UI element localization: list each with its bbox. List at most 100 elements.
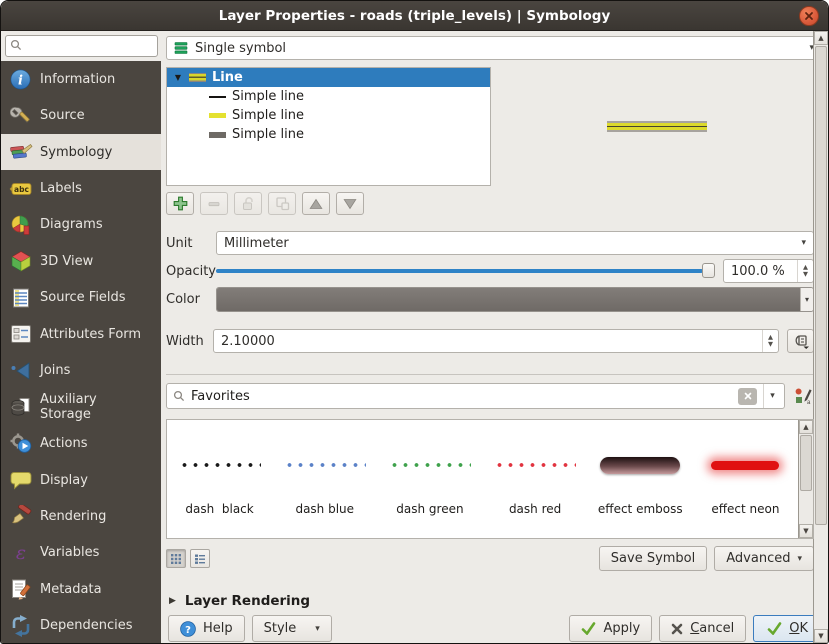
sidebar-item-source[interactable]: Source (1, 97, 161, 133)
dropdown-arrow-icon[interactable]: ▾ (800, 288, 813, 311)
triple-line-preview (607, 121, 707, 132)
sidebar-item-joins[interactable]: Joins (1, 353, 161, 389)
spinner-down-icon[interactable]: ▼ (768, 341, 773, 348)
color-swatch[interactable] (217, 288, 800, 311)
icon-view-button[interactable] (166, 549, 186, 568)
move-up-button[interactable] (302, 192, 330, 215)
list-view-button[interactable] (190, 549, 210, 568)
check-icon (767, 622, 782, 635)
layer-rendering-label: Layer Rendering (185, 593, 310, 609)
tree-item-simple-line[interactable]: Simple line (167, 125, 490, 144)
scrollbar-thumb[interactable] (815, 46, 827, 525)
style-gallery-item[interactable]: dash black (167, 420, 272, 538)
duplicate-symbol-layer-button[interactable] (268, 192, 296, 215)
sidebar-item-dependencies[interactable]: Dependencies (1, 608, 161, 644)
style-gallery-item[interactable]: dash green (377, 420, 482, 538)
sidebar-item-3d-view[interactable]: 3D View (1, 243, 161, 279)
dialog-buttons: ? Help Style ▾ Apply Cancel (166, 615, 822, 642)
rendering-icon (8, 504, 33, 528)
save-symbol-button[interactable]: Save Symbol (599, 546, 707, 571)
gallery-scrollbar[interactable]: ▲ ▼ (798, 420, 813, 538)
tree-item-line[interactable]: ▼ Line (167, 68, 490, 87)
clear-icon (744, 392, 752, 400)
check-icon (581, 622, 596, 635)
cancel-button[interactable]: Cancel (659, 615, 746, 642)
dropdown-arrow-icon[interactable]: ▾ (763, 384, 781, 408)
lock-color-button[interactable] (234, 192, 262, 215)
scroll-up-icon[interactable]: ▲ (799, 420, 813, 434)
style-manager-icon: a (794, 387, 812, 405)
tree-item-label: Simple line (232, 108, 304, 123)
expander-icon[interactable]: ▼ (173, 73, 183, 82)
symbology-icon (8, 140, 33, 164)
color-row: Color ▾ (166, 287, 814, 312)
sidebar-item-actions[interactable]: Actions (1, 425, 161, 461)
style-manager-button[interactable]: a (792, 385, 814, 407)
help-button[interactable]: ? Help (168, 615, 245, 642)
actions-icon (8, 432, 33, 456)
style-filter-row: ▾ a (166, 383, 814, 409)
style-gallery-item[interactable]: effect emboss (588, 420, 693, 538)
view3d-icon (8, 249, 33, 273)
sidebar-item-information[interactable]: i Information (1, 61, 161, 97)
style-button[interactable]: Style ▾ (252, 615, 332, 642)
style-search-input[interactable] (191, 389, 732, 404)
grid-view-icon (170, 553, 182, 565)
tree-item-simple-line[interactable]: Simple line (167, 106, 490, 125)
sidebar-item-display[interactable]: Display (1, 462, 161, 498)
sidebar-item-attributes-form[interactable]: Attributes Form (1, 316, 161, 352)
style-search-box[interactable]: ▾ (166, 383, 785, 409)
remove-symbol-layer-button[interactable] (200, 192, 228, 215)
scrollbar-thumb[interactable] (800, 435, 812, 491)
layer-properties-dialog: Layer Properties - roads (triple_levels)… (0, 0, 829, 644)
unit-select[interactable]: Millimeter ▾ (216, 231, 814, 255)
sidebar-item-symbology[interactable]: Symbology (1, 134, 161, 170)
data-defined-override-button[interactable] (787, 329, 814, 353)
scroll-up-icon[interactable]: ▲ (814, 31, 828, 45)
add-symbol-layer-button[interactable] (166, 192, 194, 215)
sidebar-item-rendering[interactable]: Rendering (1, 498, 161, 534)
clear-button[interactable] (738, 388, 757, 405)
attributes-form-icon (8, 322, 33, 346)
advanced-button[interactable]: Advanced ▾ (714, 546, 814, 571)
sidebar-search-input[interactable] (5, 35, 158, 57)
slider-handle[interactable] (702, 263, 715, 278)
style-gallery-item[interactable]: dash red (483, 420, 588, 538)
sidebar-item-metadata[interactable]: Metadata (1, 571, 161, 607)
sidebar-item-labels[interactable]: abc Labels (1, 170, 161, 206)
width-label: Width (166, 334, 213, 349)
style-gallery-item[interactable]: dash blue (272, 420, 377, 538)
layer-rendering-header[interactable]: ▶ Layer Rendering (166, 593, 822, 609)
svg-text:i: i (18, 73, 23, 88)
metadata-icon (8, 577, 33, 601)
renderer-select[interactable]: Single symbol ▾ (166, 36, 822, 60)
opacity-value: 100.0 % (724, 260, 797, 282)
svg-text:a: a (807, 400, 811, 405)
color-label: Color (166, 292, 216, 307)
close-button[interactable] (799, 6, 819, 26)
sidebar-scrollbar[interactable]: ▲ ▼ (813, 31, 828, 643)
sidebar-item-source-fields[interactable]: Source Fields (1, 280, 161, 316)
opacity-slider[interactable] (216, 259, 715, 283)
style-gallery-item[interactable]: effect neon (693, 420, 798, 538)
color-button[interactable]: ▾ (216, 287, 814, 312)
apply-button[interactable]: Apply (569, 615, 652, 642)
width-spinbox[interactable]: 2.10000 ▲▼ (213, 329, 779, 353)
unit-value: Millimeter (224, 236, 289, 251)
titlebar[interactable]: Layer Properties - roads (triple_levels)… (1, 1, 828, 31)
ok-button[interactable]: OK (753, 615, 822, 642)
opacity-spinbox[interactable]: 100.0 % ▲▼ (723, 259, 814, 283)
simple-line-swatch (209, 113, 226, 118)
move-down-button[interactable] (336, 192, 364, 215)
sidebar-item-variables[interactable]: ε Variables (1, 535, 161, 571)
scroll-down-icon[interactable]: ▼ (799, 524, 813, 538)
labels-icon: abc (8, 177, 33, 201)
style-item-label: dash black (167, 502, 272, 516)
svg-text:ε: ε (15, 542, 25, 564)
spinner-down-icon[interactable]: ▼ (803, 271, 808, 278)
sidebar-item-auxiliary-storage[interactable]: Auxiliary Storage (1, 389, 161, 425)
sidebar-item-diagrams[interactable]: Diagrams (1, 207, 161, 243)
tree-item-simple-line[interactable]: Simple line (167, 87, 490, 106)
scroll-down-icon[interactable]: ▼ (814, 629, 828, 643)
dependencies-icon (8, 614, 33, 638)
